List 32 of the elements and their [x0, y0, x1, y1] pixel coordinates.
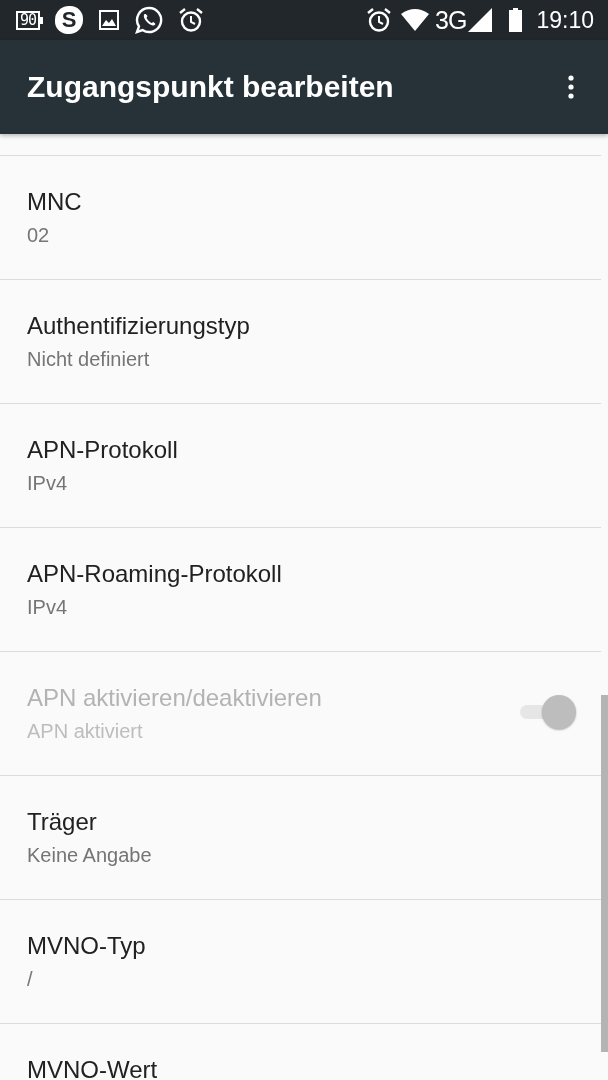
image-icon: [99, 10, 120, 30]
setting-title: Träger: [27, 808, 98, 836]
settings-item[interactable]: APN-Roaming-Protokoll IPv4: [0, 528, 601, 652]
alarm-clock-icon: [178, 7, 205, 33]
setting-title: APN-Roaming-Protokoll: [27, 560, 282, 588]
setting-value: IPv4: [27, 595, 69, 620]
settings-item[interactable]: APN-Protokoll IPv4: [0, 404, 601, 528]
settings-item[interactable]: MNC 02: [0, 156, 601, 280]
setting-value: IPv4: [27, 471, 69, 496]
setting-value: /: [27, 967, 34, 992]
setting-title: MVNO-Wert: [27, 1056, 158, 1080]
setting-value: Keine Angabe: [27, 843, 152, 868]
setting-title: APN-Protokoll: [27, 436, 178, 464]
signal-strength-icon: [468, 8, 493, 32]
setting-title: MNC: [27, 188, 82, 216]
setting-value: 02: [27, 223, 51, 248]
battery-icon: [509, 8, 523, 32]
alarm-clock-icon: [366, 7, 393, 33]
wifi-icon: [401, 9, 430, 31]
setting-value: APN aktiviert: [27, 719, 144, 744]
phone-speech-bubble-icon: [135, 6, 164, 34]
more-options-icon[interactable]: [568, 75, 574, 99]
settings-item[interactable]: Authentifizierungstyp Nicht definiert: [0, 280, 601, 404]
app-logo-badge: S: [55, 6, 84, 34]
clock-time: 19:10: [536, 6, 594, 34]
network-type-label: 3G: [435, 5, 467, 35]
screen-title: Zugangspunkt bearbeiten: [27, 70, 394, 104]
setting-value: Nicht definiert: [27, 347, 151, 372]
setting-title: APN aktivieren/deaktivieren: [27, 684, 322, 712]
setting-title: Authentifizierungstyp: [27, 312, 250, 340]
setting-title: MVNO-Typ: [27, 932, 146, 960]
battery-saver-badge: 90: [16, 10, 44, 30]
